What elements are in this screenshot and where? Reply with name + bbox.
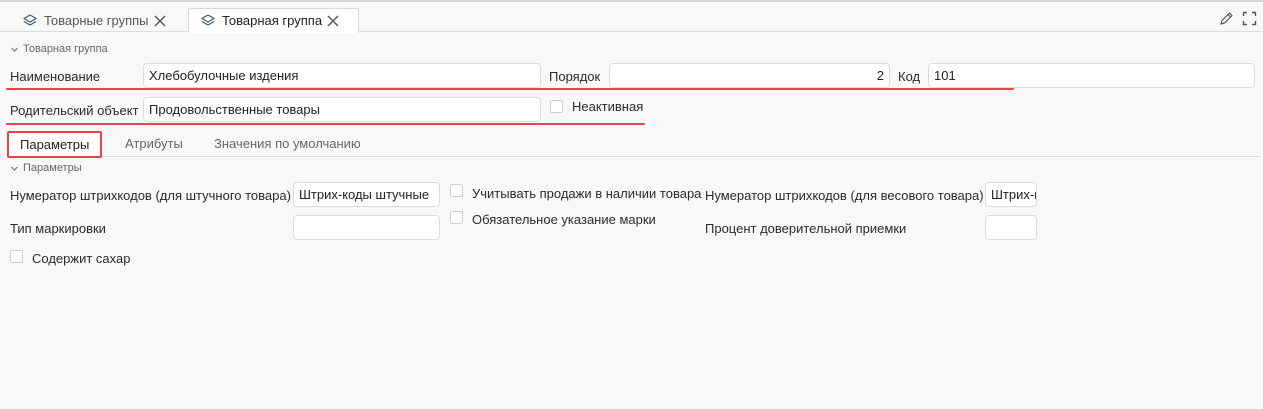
section-header-product-group[interactable]: Товарная группа	[10, 43, 108, 55]
pencil-icon[interactable]	[1219, 11, 1234, 26]
name-label: Наименование	[10, 69, 101, 84]
tab-default-values[interactable]: Значения по умолчанию	[214, 130, 361, 157]
sugar-label: Содержит сахар	[32, 251, 131, 266]
tab-label: Товарная группа	[222, 13, 323, 28]
tab-product-group[interactable]: Товарная группа	[188, 8, 359, 33]
layers-icon	[22, 13, 38, 29]
inactive-checkbox[interactable]	[550, 100, 563, 113]
close-icon[interactable]	[326, 14, 340, 28]
order-field[interactable]: 2	[609, 63, 890, 88]
window-tools	[1219, 11, 1257, 26]
red-underline-row2	[6, 123, 645, 125]
section-header-label: Параметры	[23, 162, 82, 174]
barcode-weight-field[interactable]: Штрих-к	[985, 182, 1037, 207]
inactive-label: Неактивная	[572, 99, 644, 114]
trust-percent-field[interactable]	[985, 215, 1037, 240]
order-label: Порядок	[549, 69, 601, 84]
count-sales-checkbox[interactable]	[450, 184, 463, 197]
chevron-down-icon	[10, 164, 19, 173]
tab-product-groups[interactable]: Товарные группы	[22, 8, 167, 33]
inner-tab-bar: Параметры Атрибуты Значения по умолчанию	[7, 130, 1259, 158]
close-icon[interactable]	[153, 14, 167, 28]
section-header-label: Товарная группа	[23, 43, 108, 55]
chevron-down-icon	[10, 45, 19, 54]
barcode-piece-label: Нумератор штрихкодов (для штучного товар…	[10, 188, 291, 203]
red-underline-row1	[6, 88, 1014, 90]
layers-icon	[200, 13, 216, 29]
barcode-piece-field[interactable]: Штрих-коды штучные	[293, 182, 440, 207]
marking-type-field[interactable]	[293, 215, 440, 240]
code-field[interactable]: 101	[928, 63, 1255, 88]
parent-object-label: Родительский объект	[10, 103, 139, 118]
tab-parameters[interactable]: Параметры	[7, 131, 103, 158]
count-sales-label: Учитывать продажи в наличии товара	[472, 186, 702, 201]
name-field[interactable]: Хлебобулочные издения	[143, 63, 541, 88]
marking-type-label: Тип маркировки	[10, 221, 106, 236]
parent-object-field[interactable]: Продовольственные товары	[143, 97, 541, 122]
tab-label: Товарные группы	[44, 13, 149, 28]
mandatory-mark-checkbox[interactable]	[450, 211, 463, 224]
sugar-checkbox[interactable]	[10, 250, 23, 263]
code-label: Код	[898, 69, 921, 84]
trust-percent-label: Процент доверительной приемки	[705, 221, 907, 236]
tab-attributes[interactable]: Атрибуты	[125, 130, 183, 157]
expand-icon[interactable]	[1242, 11, 1257, 26]
mandatory-mark-label: Обязательное указание марки	[472, 212, 656, 227]
window-tab-bar: Товарные группы Товарная группа	[0, 2, 1263, 33]
barcode-weight-label: Нумератор штрихкодов (для весового товар…	[705, 188, 984, 203]
section-header-parameters[interactable]: Параметры	[10, 162, 82, 174]
